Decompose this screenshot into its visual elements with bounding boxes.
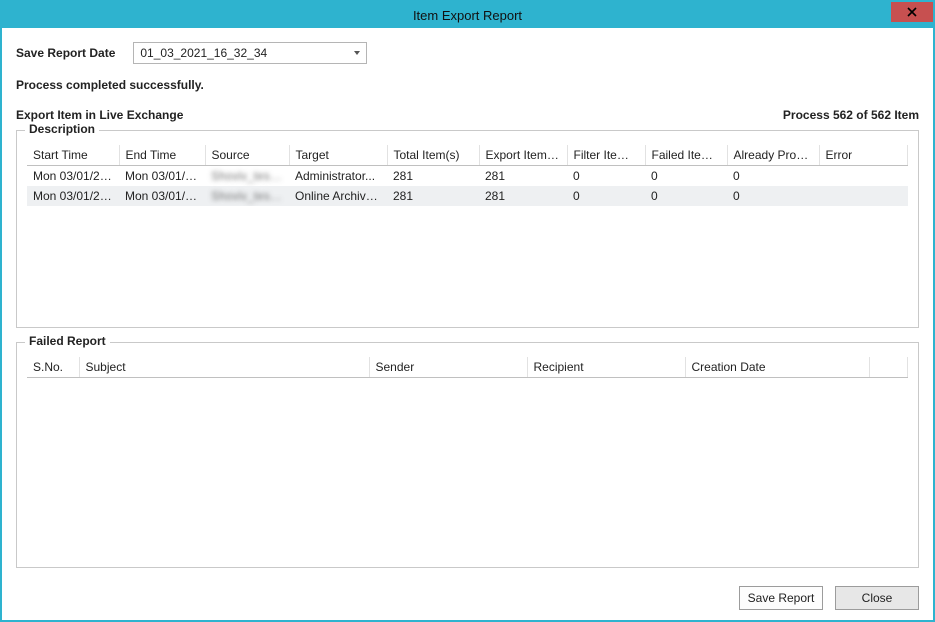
failed-report-legend: Failed Report <box>25 334 110 348</box>
cell-start: Mon 03/01/202... <box>27 166 119 187</box>
cell-filter: 0 <box>567 166 645 187</box>
col-already-proc[interactable]: Already Proce... <box>727 145 819 166</box>
chevron-down-icon <box>354 51 360 55</box>
col-failed-items[interactable]: Failed Item(s) <box>645 145 727 166</box>
cell-already: 0 <box>727 186 819 206</box>
cell-end: Mon 03/01/2... <box>119 186 205 206</box>
operation-progress: Process 562 of 562 Item <box>783 108 919 122</box>
save-report-date-label: Save Report Date <box>16 46 115 60</box>
cell-export: 281 <box>479 186 567 206</box>
save-report-date-row: Save Report Date 01_03_2021_16_32_34 <box>16 42 919 64</box>
failed-report-group: Failed Report S.No. Subject Sender Recip… <box>16 342 919 568</box>
description-header-row: Start Time End Time Source Target Total … <box>27 145 908 166</box>
table-row[interactable]: Mon 03/01/202... Mon 03/01/2... Shoviv_t… <box>27 166 908 187</box>
operation-name: Export Item in Live Exchange <box>16 108 183 122</box>
col-recipient[interactable]: Recipient <box>527 357 685 378</box>
cell-total: 281 <box>387 186 479 206</box>
window-title: Item Export Report <box>2 8 933 23</box>
operation-row: Export Item in Live Exchange Process 562… <box>16 108 919 122</box>
button-row: Save Report Close <box>16 582 919 610</box>
failed-report-table: S.No. Subject Sender Recipient Creation … <box>27 357 908 378</box>
col-export-items[interactable]: Export Item(s) <box>479 145 567 166</box>
close-button[interactable]: Close <box>835 586 919 610</box>
col-end-time[interactable]: End Time <box>119 145 205 166</box>
description-table: Start Time End Time Source Target Total … <box>27 145 908 206</box>
description-legend: Description <box>25 122 99 136</box>
col-source[interactable]: Source <box>205 145 289 166</box>
save-report-date-combobox[interactable]: 01_03_2021_16_32_34 <box>133 42 367 64</box>
failed-header-row: S.No. Subject Sender Recipient Creation … <box>27 357 908 378</box>
item-export-report-window: Item Export Report Save Report Date 01_0… <box>0 0 935 622</box>
cell-source: Shoviv_test_nsf <box>205 186 289 206</box>
description-group: Description Start Time End Time Source T… <box>16 130 919 328</box>
cell-error <box>819 166 908 187</box>
cell-target: Administrator... <box>289 166 387 187</box>
content-area: Save Report Date 01_03_2021_16_32_34 Pro… <box>2 28 933 620</box>
col-total-items[interactable]: Total Item(s) <box>387 145 479 166</box>
col-error[interactable]: Error <box>819 145 908 166</box>
save-report-button[interactable]: Save Report <box>739 586 823 610</box>
cell-export: 281 <box>479 166 567 187</box>
cell-target: Online Archive... <box>289 186 387 206</box>
cell-error <box>819 186 908 206</box>
cell-start: Mon 03/01/202... <box>27 186 119 206</box>
save-report-date-value: 01_03_2021_16_32_34 <box>140 46 267 60</box>
col-filter-items[interactable]: Filter Item(s) <box>567 145 645 166</box>
process-status-text: Process completed successfully. <box>16 78 919 92</box>
title-bar: Item Export Report <box>2 2 933 28</box>
table-row[interactable]: Mon 03/01/202... Mon 03/01/2... Shoviv_t… <box>27 186 908 206</box>
cell-failed: 0 <box>645 186 727 206</box>
window-close-button[interactable] <box>891 2 933 22</box>
cell-end: Mon 03/01/2... <box>119 166 205 187</box>
col-start-time[interactable]: Start Time <box>27 145 119 166</box>
col-empty[interactable] <box>869 357 908 378</box>
cell-failed: 0 <box>645 166 727 187</box>
close-icon <box>907 7 917 17</box>
cell-already: 0 <box>727 166 819 187</box>
col-sender[interactable]: Sender <box>369 357 527 378</box>
cell-filter: 0 <box>567 186 645 206</box>
cell-source: Shoviv_test_nsf <box>205 166 289 187</box>
cell-total: 281 <box>387 166 479 187</box>
col-sno[interactable]: S.No. <box>27 357 79 378</box>
col-creation[interactable]: Creation Date <box>685 357 869 378</box>
col-target[interactable]: Target <box>289 145 387 166</box>
col-subject[interactable]: Subject <box>79 357 369 378</box>
